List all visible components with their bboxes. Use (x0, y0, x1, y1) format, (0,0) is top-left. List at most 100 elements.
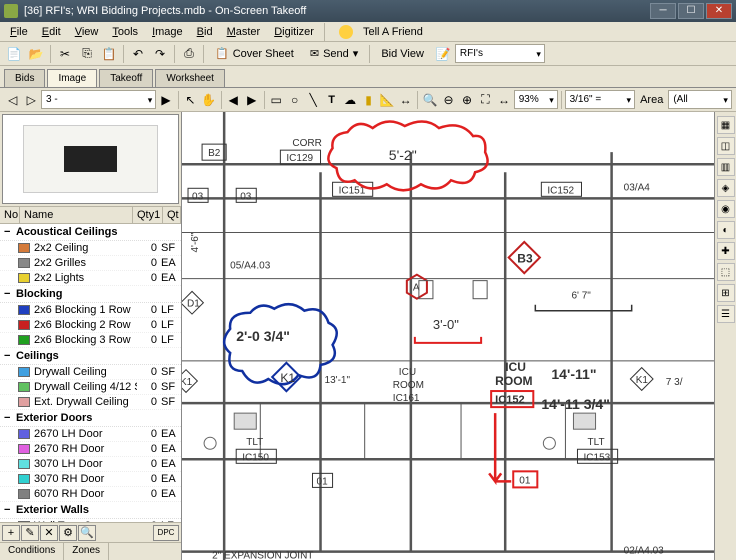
cover-sheet-button[interactable]: 📋 Cover Sheet (208, 44, 301, 64)
zoom-out-icon[interactable]: ⊖ (440, 90, 458, 110)
item-qty: 0 (137, 334, 161, 346)
rect-tool[interactable]: ▭ (267, 90, 285, 110)
condition-item[interactable]: 2x2 Grilles0EA (0, 256, 181, 271)
delete-button[interactable]: ✕ (40, 525, 58, 541)
undo-icon[interactable]: ↶ (128, 44, 148, 64)
text-tool[interactable]: T (323, 90, 341, 110)
pointer-tool[interactable]: ↖ (182, 90, 200, 110)
palette-btn-2[interactable]: ◫ (717, 137, 735, 155)
cloud-tool[interactable]: ☁ (341, 90, 359, 110)
menu-master[interactable]: Master (221, 24, 267, 40)
line-tool[interactable]: ╲ (304, 90, 322, 110)
tell-a-friend[interactable]: Tell A Friend (339, 24, 429, 40)
group-header[interactable]: −Exterior Walls (0, 502, 181, 519)
condition-item[interactable]: 2x6 Blocking 3 Row0LF (0, 333, 181, 348)
condition-item[interactable]: 2670 RH Door0EA (0, 442, 181, 457)
minimize-button[interactable]: ─ (650, 3, 676, 19)
palette-btn-3[interactable]: ▥ (717, 158, 735, 176)
palette-btn-6[interactable]: ◐ (717, 221, 735, 239)
condition-item[interactable]: 2x6 Blocking 1 Row0LF (0, 303, 181, 318)
area-dropdown[interactable]: (All Areas) (668, 90, 732, 109)
condition-item[interactable]: 2x6 Blocking 2 Row0LF (0, 318, 181, 333)
condition-tree[interactable]: −Acoustical Ceilings2x2 Ceiling0SF2x2 Gr… (0, 224, 181, 522)
zoom-window-icon[interactable]: 🔍 (421, 90, 439, 110)
condition-item[interactable]: 2x2 Ceiling0SF (0, 241, 181, 256)
options-button[interactable]: ⚙ (59, 525, 77, 541)
page-thumbnail[interactable] (2, 114, 179, 204)
zoom-dropdown[interactable]: 93% (514, 90, 558, 109)
condition-item[interactable]: Drywall Ceiling 4/12 Slope0SF (0, 380, 181, 395)
condition-item[interactable]: 3070 LH Door0EA (0, 457, 181, 472)
svg-text:K1: K1 (182, 377, 193, 388)
print-icon[interactable]: ⎙ (179, 44, 199, 64)
next-page-button[interactable]: ▷ (23, 90, 41, 110)
prev-ann[interactable]: ◀ (225, 90, 243, 110)
condition-item[interactable]: 3070 RH Door0EA (0, 472, 181, 487)
scale-dropdown[interactable]: 3/16" = 1'-0" (565, 90, 636, 109)
bid-view-button[interactable]: Bid View (374, 44, 431, 64)
condition-item[interactable]: 6070 RH Door0EA (0, 487, 181, 502)
pan-tool[interactable]: ✋ (200, 90, 218, 110)
group-header[interactable]: −Blocking (0, 286, 181, 303)
svg-text:5'-2": 5'-2" (389, 147, 417, 163)
add-button[interactable]: + (2, 525, 20, 541)
group-header[interactable]: −Ceilings (0, 348, 181, 365)
group-header[interactable]: −Exterior Doors (0, 410, 181, 427)
menu-file[interactable]: FFileile (4, 24, 34, 40)
palette-btn-8[interactable]: ⬚ (717, 263, 735, 281)
rfi-dropdown[interactable]: RFI's (455, 44, 545, 63)
palette-btn-5[interactable]: ◉ (717, 200, 735, 218)
cut-icon[interactable]: ✂ (55, 44, 75, 64)
menu-tools[interactable]: Tools (106, 24, 144, 40)
tab-image[interactable]: Image (47, 69, 97, 87)
palette-btn-10[interactable]: ☰ (717, 305, 735, 323)
edit-button[interactable]: ✎ (21, 525, 39, 541)
menu-digitizer[interactable]: Digitizer (268, 24, 320, 40)
item-qty: 0 (137, 428, 161, 440)
condition-item[interactable]: Ext. Drywall Ceiling0SF (0, 395, 181, 410)
condition-item[interactable]: Drywall Ceiling0SF (0, 365, 181, 380)
tab-zones[interactable]: Zones (64, 543, 109, 560)
redo-icon[interactable]: ↷ (150, 44, 170, 64)
go-button[interactable]: ▶ (157, 90, 175, 110)
search-button[interactable]: 🔍 (78, 525, 96, 541)
circle-tool[interactable]: ○ (286, 90, 304, 110)
rfi-icon[interactable]: 📝 (433, 44, 453, 64)
tab-worksheet[interactable]: Worksheet (155, 69, 225, 87)
tab-conditions[interactable]: Conditions (0, 543, 64, 560)
drawing-canvas[interactable]: CORR IC129 IC151 IC152 B2 03 03 05/A4.03… (182, 112, 714, 560)
palette-btn-1[interactable]: ▦ (717, 116, 735, 134)
item-name: 2x6 Blocking 2 Row (34, 319, 137, 331)
fit-icon[interactable]: ⛶ (477, 90, 495, 110)
group-header[interactable]: −Acoustical Ceilings (0, 224, 181, 241)
dimension-tool[interactable]: ↔ (397, 90, 415, 110)
maximize-button[interactable]: ☐ (678, 3, 704, 19)
menu-image[interactable]: Image (146, 24, 189, 40)
fit-width-icon[interactable]: ↔ (495, 90, 513, 110)
tab-bids[interactable]: Bids (4, 69, 45, 87)
send-button[interactable]: ✉ Send ▾ (303, 44, 365, 64)
item-name: Drywall Ceiling (34, 366, 137, 378)
menu-bid[interactable]: Bid (191, 24, 219, 40)
copy-icon[interactable]: ⎘ (77, 44, 97, 64)
condition-item[interactable]: 2670 LH Door0EA (0, 427, 181, 442)
open-icon[interactable]: 📂 (26, 44, 46, 64)
menu-view[interactable]: View (69, 24, 105, 40)
condition-item[interactable]: 2x2 Lights0EA (0, 271, 181, 286)
next-ann[interactable]: ▶ (243, 90, 261, 110)
page-selector[interactable]: 3 - P9038945original.tif (41, 90, 156, 109)
prev-page-button[interactable]: ◁ (4, 90, 22, 110)
measure-tool[interactable]: 📐 (378, 90, 396, 110)
new-icon[interactable]: 📄 (4, 44, 24, 64)
svg-text:ROOM: ROOM (393, 380, 424, 391)
highlight-tool[interactable]: ▮ (360, 90, 378, 110)
paste-icon[interactable]: 📋 (99, 44, 119, 64)
zoom-in-icon[interactable]: ⊕ (458, 90, 476, 110)
tab-takeoff[interactable]: Takeoff (99, 69, 153, 87)
menu-edit[interactable]: Edit (36, 24, 67, 40)
dpc-button[interactable]: DPC (153, 525, 179, 541)
palette-btn-4[interactable]: ◈ (717, 179, 735, 197)
close-button[interactable]: ✕ (706, 3, 732, 19)
palette-btn-9[interactable]: ⊞ (717, 284, 735, 302)
palette-btn-7[interactable]: ✚ (717, 242, 735, 260)
